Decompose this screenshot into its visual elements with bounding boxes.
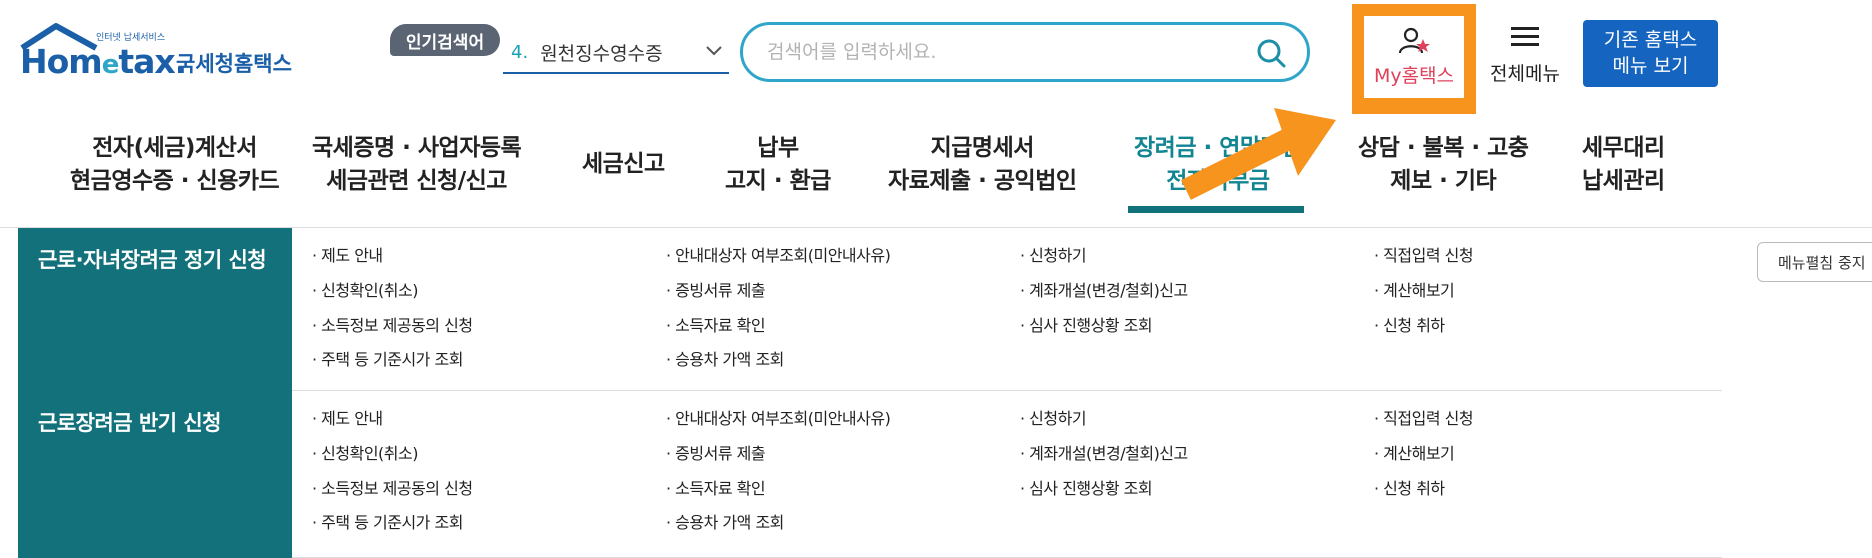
link-item[interactable]: 제도 안내: [312, 242, 383, 266]
link-item[interactable]: 증빙서류 제출: [666, 277, 765, 301]
old-hometax-button[interactable]: 기존 홈택스 메뉴 보기: [1583, 20, 1718, 87]
my-hometax-button[interactable]: My홈택스: [1364, 16, 1464, 98]
main-nav: 전자(세금)계산서 현금영수증 · 신용카드 국세증명 · 사업자등록 세금관련 신…: [0, 118, 1872, 228]
my-hometax-highlight: My홈택스: [1352, 4, 1476, 114]
link-item[interactable]: 증빙서류 제출: [666, 440, 765, 464]
logo-korean-name: 국세청홈택스: [176, 52, 292, 76]
chevron-down-icon: [706, 46, 722, 56]
link-item[interactable]: 소득자료 확인: [666, 475, 765, 499]
link-item[interactable]: 심사 진행상황 조회: [1020, 312, 1152, 336]
page: 인터넷 납세서비스 Hometax. 국세청홈택스 인기검색어 4. 원천징수영…: [0, 0, 1872, 558]
nav-item-payment[interactable]: 납부 고지 · 환급: [725, 132, 831, 198]
link-item[interactable]: 신청하기: [1020, 242, 1086, 266]
section-title: 근로·자녀장려금 정기 신청: [18, 228, 292, 391]
link-item[interactable]: 소득정보 제공동의 신청: [312, 312, 473, 336]
nav-item-tax-filing[interactable]: 세금신고: [582, 148, 665, 181]
arrow-pointer-icon: [1181, 108, 1336, 200]
old-hometax-line2: 메뉴 보기: [1612, 55, 1689, 77]
link-item[interactable]: 주택 등 기준시가 조회: [312, 509, 463, 533]
search-box: [740, 22, 1310, 82]
link-item[interactable]: 계산해보기: [1374, 440, 1455, 464]
link-item[interactable]: 직접입력 신청: [1374, 405, 1473, 429]
link-item[interactable]: 신청 취하: [1374, 312, 1445, 336]
logo-wordmark: Hometax.: [20, 42, 187, 81]
link-item[interactable]: 승용차 가액 조회: [666, 509, 784, 533]
menu-expand-toggle-button[interactable]: 메뉴펼침 중지: [1757, 242, 1872, 282]
section-regular: 근로·자녀장려금 정기 신청 제도 안내 안내대상자 여부조회(미안내사유) 신…: [18, 228, 1722, 391]
nav-item-certificates[interactable]: 국세증명 · 사업자등록 세금관련 신청/신고: [312, 132, 522, 198]
link-item[interactable]: 직접입력 신청: [1374, 242, 1473, 266]
my-hometax-label: My홈택스: [1373, 64, 1455, 87]
popular-term: 원천징수영수증: [540, 42, 663, 65]
active-nav-underline: [1128, 206, 1304, 213]
link-item[interactable]: 신청하기: [1020, 405, 1086, 429]
all-menu-label: 전체메뉴: [1490, 63, 1560, 85]
header: 인터넷 납세서비스 Hometax. 국세청홈택스 인기검색어 4. 원천징수영…: [0, 0, 1872, 114]
link-item[interactable]: 소득자료 확인: [666, 312, 765, 336]
link-item[interactable]: 소득정보 제공동의 신청: [312, 475, 473, 499]
section-title: 근로장려금 반기 신청: [18, 391, 292, 558]
link-item[interactable]: 안내대상자 여부조회(미안내사유): [666, 242, 891, 266]
section-semiannual: 근로장려금 반기 신청 제도 안내 안내대상자 여부조회(미안내사유) 신청하기…: [18, 391, 1722, 558]
link-item[interactable]: 신청 취하: [1374, 475, 1445, 499]
submenu-panel: 근로·자녀장려금 정기 신청 제도 안내 안내대상자 여부조회(미안내사유) 신…: [18, 228, 1722, 558]
link-item[interactable]: 심사 진행상황 조회: [1020, 475, 1152, 499]
user-star-icon: [1398, 27, 1430, 53]
hamburger-icon: [1511, 22, 1539, 51]
link-item[interactable]: 안내대상자 여부조회(미안내사유): [666, 405, 891, 429]
nav-item-consulting[interactable]: 상담 · 불복 · 고충 제보 · 기타: [1358, 132, 1529, 198]
link-item[interactable]: 승용차 가액 조회: [666, 346, 784, 370]
link-item[interactable]: 계좌개설(변경/철회)신고: [1020, 440, 1188, 464]
hometax-logo[interactable]: 인터넷 납세서비스 Hometax. 국세청홈택스: [18, 20, 308, 90]
link-item[interactable]: 신청확인(취소): [312, 440, 418, 464]
old-hometax-line1: 기존 홈택스: [1603, 29, 1698, 51]
link-item[interactable]: 제도 안내: [312, 405, 383, 429]
link-item[interactable]: 주택 등 기준시가 조회: [312, 346, 463, 370]
search-input[interactable]: [767, 41, 1237, 63]
link-item[interactable]: 계산해보기: [1374, 277, 1455, 301]
all-menu-button[interactable]: 전체메뉴: [1480, 22, 1570, 88]
popular-search-badge: 인기검색어: [390, 24, 500, 56]
popular-search-select[interactable]: 4. 원천징수영수증: [503, 32, 729, 74]
nav-item-tax-agent[interactable]: 세무대리 납세관리: [1582, 132, 1665, 198]
link-item[interactable]: 신청확인(취소): [312, 277, 418, 301]
link-item[interactable]: 계좌개설(변경/철회)신고: [1020, 277, 1188, 301]
search-icon[interactable]: [1255, 37, 1287, 69]
nav-item-statements[interactable]: 지급명세서 자료제출 · 공익법인: [888, 132, 1077, 198]
popular-rank: 4.: [511, 41, 529, 63]
nav-item-e-invoice[interactable]: 전자(세금)계산서 현금영수증 · 신용카드: [70, 132, 280, 198]
